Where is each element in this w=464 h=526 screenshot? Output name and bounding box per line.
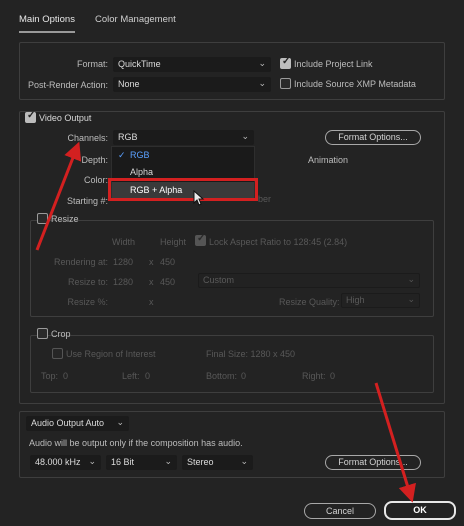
arrow-to-ok [374, 382, 416, 503]
arrow-to-channels [35, 141, 82, 251]
annotation-arrows [35, 141, 416, 503]
